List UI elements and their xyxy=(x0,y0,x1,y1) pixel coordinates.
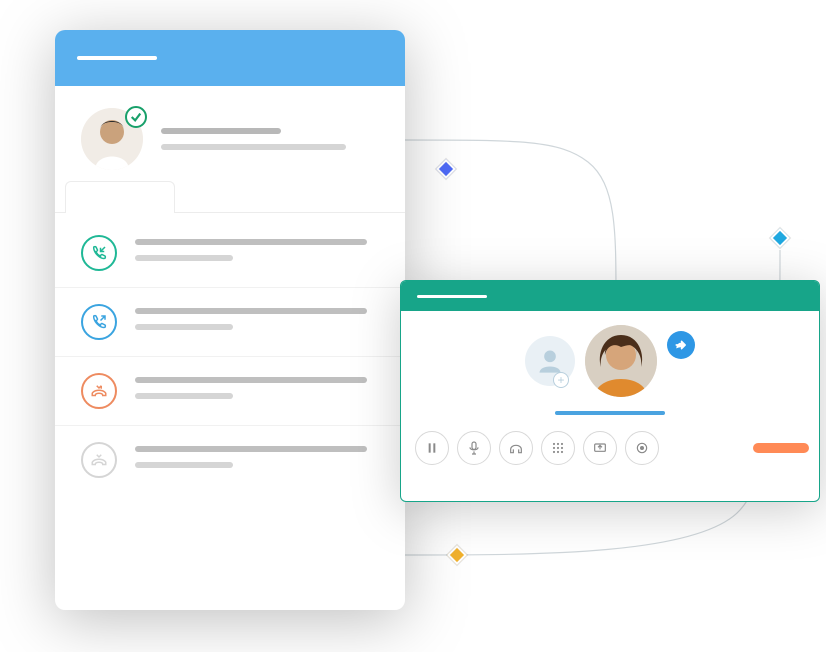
title-placeholder xyxy=(417,295,487,298)
row-title-placeholder xyxy=(135,377,367,383)
call-history-row[interactable] xyxy=(55,426,405,494)
plus-icon: + xyxy=(553,372,569,388)
tab-2[interactable] xyxy=(175,180,285,212)
tab-bar xyxy=(55,180,405,213)
contact-name-placeholder xyxy=(161,128,281,134)
add-participant-button[interactable]: + xyxy=(525,336,575,386)
row-subtitle-placeholder xyxy=(135,462,233,468)
record-button[interactable] xyxy=(625,431,659,465)
pause-button[interactable] xyxy=(415,431,449,465)
row-subtitle-placeholder xyxy=(135,324,233,330)
row-subtitle-placeholder xyxy=(135,255,233,261)
mic-icon xyxy=(466,440,482,456)
contact-subtitle-placeholder xyxy=(161,144,346,150)
tab-3[interactable] xyxy=(285,180,395,212)
pause-icon xyxy=(424,440,440,456)
contact-profile-row[interactable] xyxy=(55,86,405,180)
caller-name-placeholder xyxy=(555,411,665,415)
call-titlebar xyxy=(401,281,819,311)
avatar xyxy=(81,108,143,170)
status-check-icon xyxy=(125,106,147,128)
call-controls xyxy=(401,415,819,465)
outgoing-call-icon xyxy=(81,304,117,340)
hangup-button[interactable] xyxy=(753,443,809,453)
row-subtitle-placeholder xyxy=(135,393,233,399)
caller-avatar xyxy=(585,325,657,397)
person-icon xyxy=(536,347,564,375)
forward-call-button[interactable] xyxy=(667,331,695,359)
connector-node xyxy=(447,545,467,565)
missed-call-icon xyxy=(81,373,117,409)
record-icon xyxy=(634,440,650,456)
call-history-row[interactable] xyxy=(55,357,405,426)
audio-button[interactable] xyxy=(499,431,533,465)
row-title-placeholder xyxy=(135,239,367,245)
tab-1[interactable] xyxy=(65,181,175,213)
screen-share-icon xyxy=(592,440,608,456)
title-placeholder xyxy=(77,56,157,60)
dialpad-button[interactable] xyxy=(541,431,575,465)
row-title-placeholder xyxy=(135,308,367,314)
incoming-call-icon xyxy=(81,235,117,271)
dialpad-icon xyxy=(550,440,566,456)
active-call-panel: + xyxy=(400,280,820,502)
contact-list-titlebar xyxy=(55,30,405,86)
missed-call-icon xyxy=(81,442,117,478)
row-title-placeholder xyxy=(135,446,367,452)
call-history-row[interactable] xyxy=(55,219,405,288)
contact-list-panel xyxy=(55,30,405,610)
arrow-forward-icon xyxy=(674,338,688,352)
call-history-list xyxy=(55,213,405,500)
mute-button[interactable] xyxy=(457,431,491,465)
headphones-icon xyxy=(508,440,524,456)
connector-node xyxy=(770,228,790,248)
screen-button[interactable] xyxy=(583,431,617,465)
call-history-row[interactable] xyxy=(55,288,405,357)
connector-node xyxy=(436,159,456,179)
